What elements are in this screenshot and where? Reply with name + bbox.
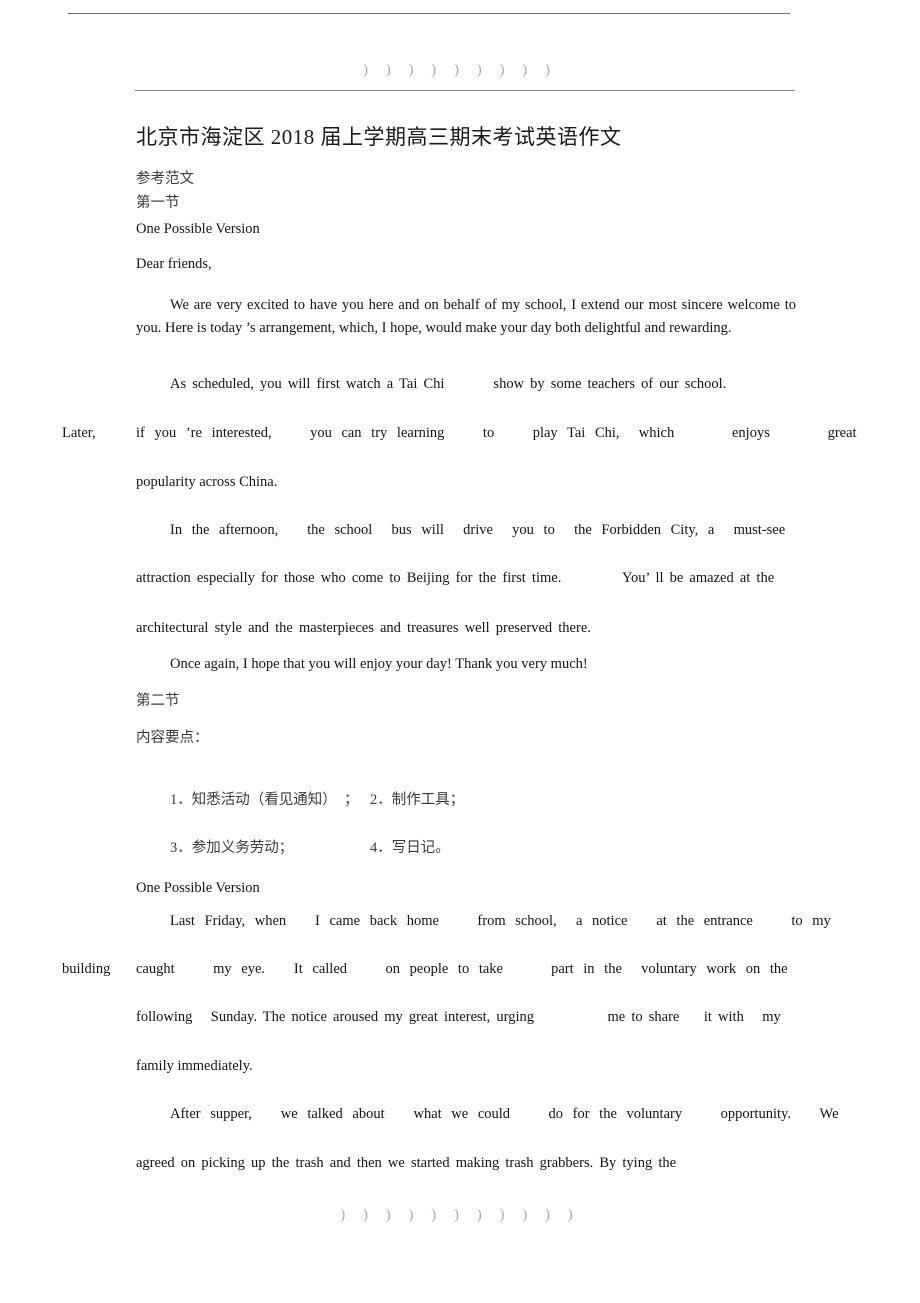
- paragraph-schedule-line-1: As scheduled, you will first watch a Tai…: [170, 376, 727, 392]
- paragraph-afternoon-line-2: attraction especially for those who come…: [136, 570, 775, 586]
- paragraph-supper-line-1: After supper, we talked about what we co…: [170, 1106, 839, 1122]
- section-one-label: 第一节: [136, 195, 180, 211]
- paragraph-closing: Once again, I hope that you will enjoy y…: [170, 656, 588, 672]
- document-page: ) ) ) ) ) ) ) ) ) 北京市海淀区 2018 届上学期高三期末考试…: [0, 0, 920, 1303]
- content-point-3: 3．参加义务劳动；: [170, 840, 294, 856]
- paragraph-notice-line-4: family immediately.: [136, 1058, 253, 1074]
- content-point-2: 2．制作工具；: [370, 792, 465, 808]
- one-possible-version-heading-2: One Possible Version: [136, 880, 260, 896]
- salutation: Dear friends,: [136, 256, 212, 272]
- header-divider-rule: [135, 90, 795, 91]
- paragraph-supper-line-2: agreed on picking up the trash and then …: [136, 1155, 677, 1171]
- paragraph-afternoon-line-1: In the afternoon, the school bus will dr…: [170, 522, 786, 538]
- paragraph-schedule-line-2: if you ’re interested, you can try learn…: [136, 425, 857, 441]
- one-possible-version-heading-1: One Possible Version: [136, 221, 260, 237]
- paragraph-notice-line-2: caught my eye. It called on people to ta…: [136, 961, 788, 977]
- paragraph-notice-line-2-lead: building: [62, 961, 111, 977]
- paragraph-welcome: We are very excited to have you here and…: [136, 297, 800, 336]
- content-points-label: 内容要点：: [136, 730, 209, 746]
- paragraph-schedule-line-2-lead: Later,: [62, 425, 96, 441]
- top-horizontal-rule: [68, 13, 790, 14]
- paragraph-notice-line-3: following Sunday. The notice aroused my …: [136, 1009, 781, 1025]
- header-ornament: ) ) ) ) ) ) ) ) ): [363, 62, 557, 78]
- label-reference-essay: 参考范文: [136, 171, 194, 187]
- footer-ornament: ) ) ) ) ) ) ) ) ) ) ): [340, 1207, 580, 1223]
- content-point-4: 4．写日记。: [370, 840, 450, 856]
- section-two-label: 第二节: [136, 693, 180, 709]
- content-point-1: 1．知悉活动（看见通知） ；: [170, 792, 359, 808]
- paragraph-schedule-line-3: popularity across China.: [136, 474, 278, 490]
- paragraph-notice-line-1: Last Friday, when I came back home from …: [170, 913, 831, 929]
- paragraph-afternoon-line-3: architectural style and the masterpieces…: [136, 620, 591, 636]
- page-title: 北京市海淀区 2018 届上学期高三期末考试英语作文: [136, 125, 622, 149]
